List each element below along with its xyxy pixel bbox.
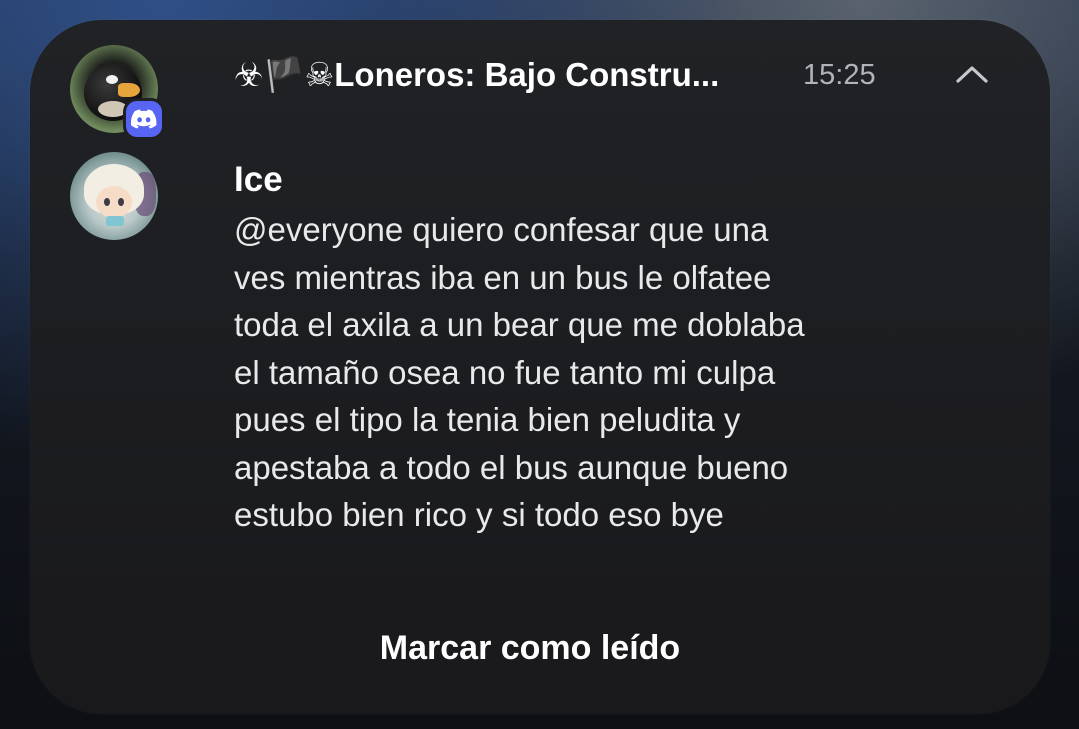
discord-icon	[123, 98, 165, 140]
discord-logo-svg	[131, 109, 157, 129]
bird-beak	[118, 83, 140, 97]
notification-time: 15:25	[803, 59, 876, 91]
notification-card[interactable]: ☣🏴☠Loneros: Bajo Constru... 15:25 Ice @e…	[30, 20, 1050, 714]
notification-title: ☣🏴☠Loneros: Bajo Constru...	[234, 56, 720, 93]
avatar-left-eye	[104, 198, 110, 206]
message-line: el tamaño osea no fue tanto mi culpa	[234, 353, 776, 391]
message-line: toda el axila a un bear que me doblaba	[234, 306, 805, 343]
bird-eye	[106, 75, 118, 84]
message-line: estubo bien rico y si todo eso bye	[234, 496, 724, 533]
message-line: pues el tipo la tenia bien peludita y	[234, 401, 741, 438]
collapse-button[interactable]	[948, 50, 996, 98]
message-body: @everyone quiero confesar que una ves mi…	[234, 206, 934, 539]
user-avatar	[70, 152, 158, 240]
avatar-bow	[106, 216, 124, 226]
mark-as-read-button[interactable]: Marcar como leído	[330, 620, 730, 676]
avatar-face	[96, 186, 132, 218]
message-line: ves mientras iba en un bus le olfatee	[234, 258, 772, 296]
message-line: apestaba a todo el bus aunque bueno	[234, 448, 789, 486]
avatar-right-eye	[118, 198, 124, 206]
chevron-up-icon	[956, 66, 988, 83]
message-line: @everyone quiero confesar que una	[234, 211, 769, 248]
sender-name: Ice	[234, 160, 283, 199]
